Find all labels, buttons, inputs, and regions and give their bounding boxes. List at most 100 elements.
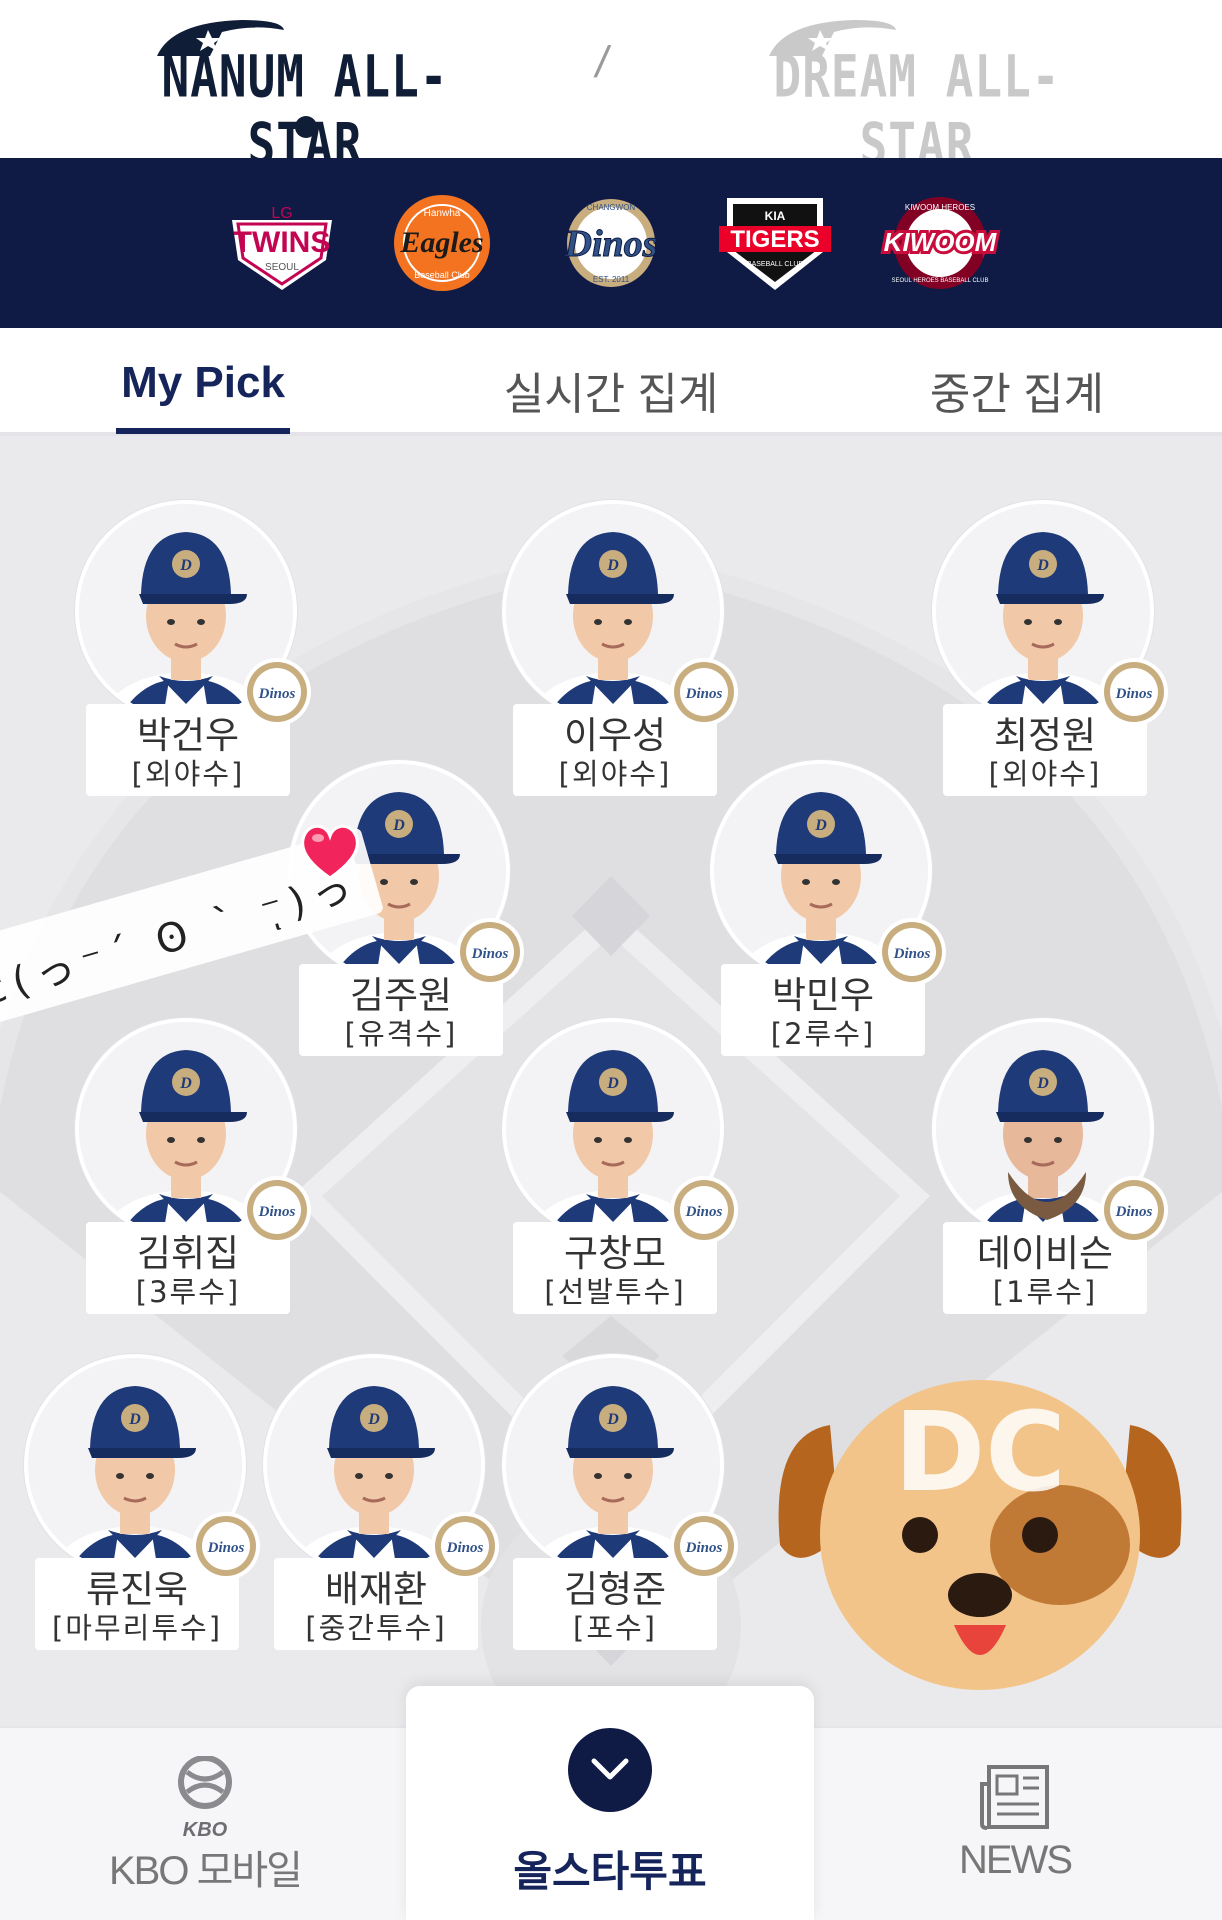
team-badge-text: Dinos [1115, 1204, 1153, 1220]
team-badge: Dinos [243, 658, 311, 726]
team-logo-lg-twins[interactable]: LG TWINS SEOUL [222, 190, 342, 296]
kia-sub-text: BASEBALL CLUB [747, 261, 803, 268]
nav-allstar-vote-label: 올스타투표 [513, 1848, 707, 1895]
team-badge: Dinos [1100, 1176, 1168, 1244]
player-position: [3루수] [135, 1275, 241, 1309]
league-separator: / [591, 38, 613, 87]
player-position: [외야수] [131, 757, 245, 791]
svg-text:D: D [1036, 557, 1049, 574]
player-position: [1루수] [992, 1275, 1098, 1309]
team-badge: Dinos [456, 918, 524, 986]
team-badge-text: Dinos [258, 686, 296, 702]
player-position: [포수] [573, 1611, 657, 1645]
team-badge-text: Dinos [258, 1204, 296, 1220]
player-card[interactable]: D 박민우 [2루수] Dinos [710, 760, 946, 1060]
team-badge: Dinos [431, 1512, 499, 1580]
dog-sticker-icon: DC [778, 1380, 1182, 1690]
nc-dinos-badge-icon: Dinos [196, 1516, 256, 1576]
league-switcher: NANUM ALL-STAR / DREAM ALL-STAR [0, 0, 1222, 178]
player-card[interactable]: D 구창모 [선발투수] Dinos [502, 1018, 738, 1318]
kia-tigers-logo-icon: KIA TIGERS BASEBALL CLUB [719, 198, 831, 290]
kiwoom-top-text: KIWOOM HEROES [905, 203, 975, 212]
player-card[interactable]: D 김형준 [포수] Dinos [502, 1354, 738, 1654]
kiwoom-heroes-logo-icon: KIWOOM HEROES KIWOOM SEOUL HEROES BASEBA… [881, 197, 1001, 289]
team-badge-text: Dinos [685, 1204, 723, 1220]
team-badge: Dinos [878, 918, 946, 986]
svg-text:D: D [367, 1411, 380, 1428]
newspaper-icon [980, 1765, 1049, 1830]
nc-dinos-logo-icon: CHANGWON Dinos EST. 2011 [563, 199, 658, 287]
hanwha-sub-text: Baseball Club [414, 270, 470, 280]
player-position: [유격수] [344, 1017, 458, 1051]
lg-top-text: LG [271, 205, 292, 222]
nc-dinos-badge-icon: Dinos [882, 922, 942, 982]
chevron-down-icon[interactable] [568, 1728, 652, 1812]
team-badge-text: Dinos [207, 1540, 245, 1556]
nc-main-text: Dinos [564, 223, 658, 265]
team-logo-kia-tigers[interactable]: KIA TIGERS BASEBALL CLUB [715, 190, 835, 296]
team-logo-nc-dinos[interactable]: CHANGWON Dinos EST. 2011 [536, 190, 686, 296]
player-card[interactable]: D 박건우 [외야수] Dinos [75, 500, 311, 800]
svg-text:D: D [1036, 1075, 1049, 1092]
team-badge-text: Dinos [893, 946, 931, 962]
player-card[interactable]: D 배재환 [중간투수] Dinos [263, 1354, 499, 1654]
tab-realtime-count[interactable]: 실시간 집계 [488, 358, 734, 432]
nc-dinos-badge-icon: Dinos [460, 922, 520, 982]
nc-sub-text: EST. 2011 [593, 275, 630, 284]
hanwha-main-text: Eagles [399, 226, 483, 259]
tab-interim-count[interactable]: 중간 집계 [912, 358, 1122, 432]
nc-dinos-badge-icon: Dinos [674, 1180, 734, 1240]
nc-top-text: CHANGWON [587, 203, 636, 212]
lg-main-text: TWINS [234, 226, 331, 259]
player-card[interactable]: D 류진욱 [마무리투수] Dinos [24, 1354, 260, 1654]
nav-kbo-mobile[interactable]: KBO KBO 모바일 [90, 1728, 320, 1920]
kbo-logo-icon: KBO [178, 1756, 232, 1841]
player-position: [마무리투수] [51, 1611, 223, 1645]
team-badge: Dinos [670, 1512, 738, 1580]
kia-main-text: TIGERS [730, 226, 819, 253]
kiwoom-main-text: KIWOOM [884, 227, 998, 257]
player-position: [2루수] [770, 1017, 876, 1051]
player-position: [외야수] [988, 757, 1102, 791]
kiwoom-sub-text: SEOUL HEROES BASEBALL CLUB [892, 278, 989, 284]
svg-text:D: D [179, 1075, 192, 1092]
team-badge-text: Dinos [471, 946, 509, 962]
tab-my-pick[interactable]: My Pick [116, 358, 290, 434]
team-badge-text: Dinos [446, 1540, 484, 1556]
kia-top-text: KIA [765, 209, 786, 223]
nc-dinos-badge-icon: Dinos [1104, 662, 1164, 722]
svg-text:D: D [179, 557, 192, 574]
player-card[interactable]: D 데이비슨 [1루수] Dinos [932, 1018, 1168, 1318]
page: NANUM ALL-STAR / DREAM ALL-STAR LG TWINS… [0, 0, 1222, 1920]
player-card[interactable]: D 최정원 [외야수] Dinos [932, 500, 1168, 800]
svg-text:D: D [128, 1411, 141, 1428]
player-position: [중간투수] [305, 1611, 447, 1645]
nc-dinos-badge-icon: Dinos [247, 1180, 307, 1240]
svg-text:D: D [606, 557, 619, 574]
nav-allstar-vote[interactable]: 올스타투표 [406, 1686, 814, 1920]
nc-dinos-badge-icon: Dinos [674, 662, 734, 722]
nav-news-label: NEWS [959, 1838, 1073, 1882]
hanwha-eagles-logo-icon: Hanwha Eagles Baseball Club [394, 195, 490, 291]
nc-dinos-badge-icon: Dinos [247, 662, 307, 722]
player-card[interactable]: D 이우성 [외야수] Dinos [502, 500, 738, 800]
team-logo-bar: LG TWINS SEOUL Hanwha Eagles Baseball Cl… [0, 158, 1222, 328]
dog-sticker-text: DC [894, 1388, 1066, 1516]
player-position: [외야수] [558, 757, 672, 791]
team-logo-hanwha-eagles[interactable]: Hanwha Eagles Baseball Club [383, 190, 501, 296]
svg-text:D: D [606, 1411, 619, 1428]
nc-dinos-badge-icon: Dinos [1104, 1180, 1164, 1240]
active-indicator-dot [295, 116, 317, 138]
team-logo-kiwoom-heroes[interactable]: KIWOOM HEROES KIWOOM SEOUL HEROES BASEBA… [875, 190, 1005, 296]
team-badge: Dinos [243, 1176, 311, 1244]
nav-news[interactable]: NEWS [900, 1728, 1130, 1920]
nanum-allstar-tab[interactable]: NANUM ALL-STAR [140, 18, 470, 178]
player-position: [선발투수] [544, 1275, 686, 1309]
team-badge-text: Dinos [685, 1540, 723, 1556]
nav-kbo-mobile-label: KBO 모바일 [109, 1849, 303, 1893]
svg-text:D: D [392, 817, 405, 834]
player-card[interactable]: D 김휘집 [3루수] Dinos [75, 1018, 311, 1318]
team-badge: Dinos [1100, 658, 1168, 726]
dream-allstar-tab[interactable]: DREAM ALL-STAR [752, 18, 1082, 178]
svg-text:D: D [606, 1075, 619, 1092]
